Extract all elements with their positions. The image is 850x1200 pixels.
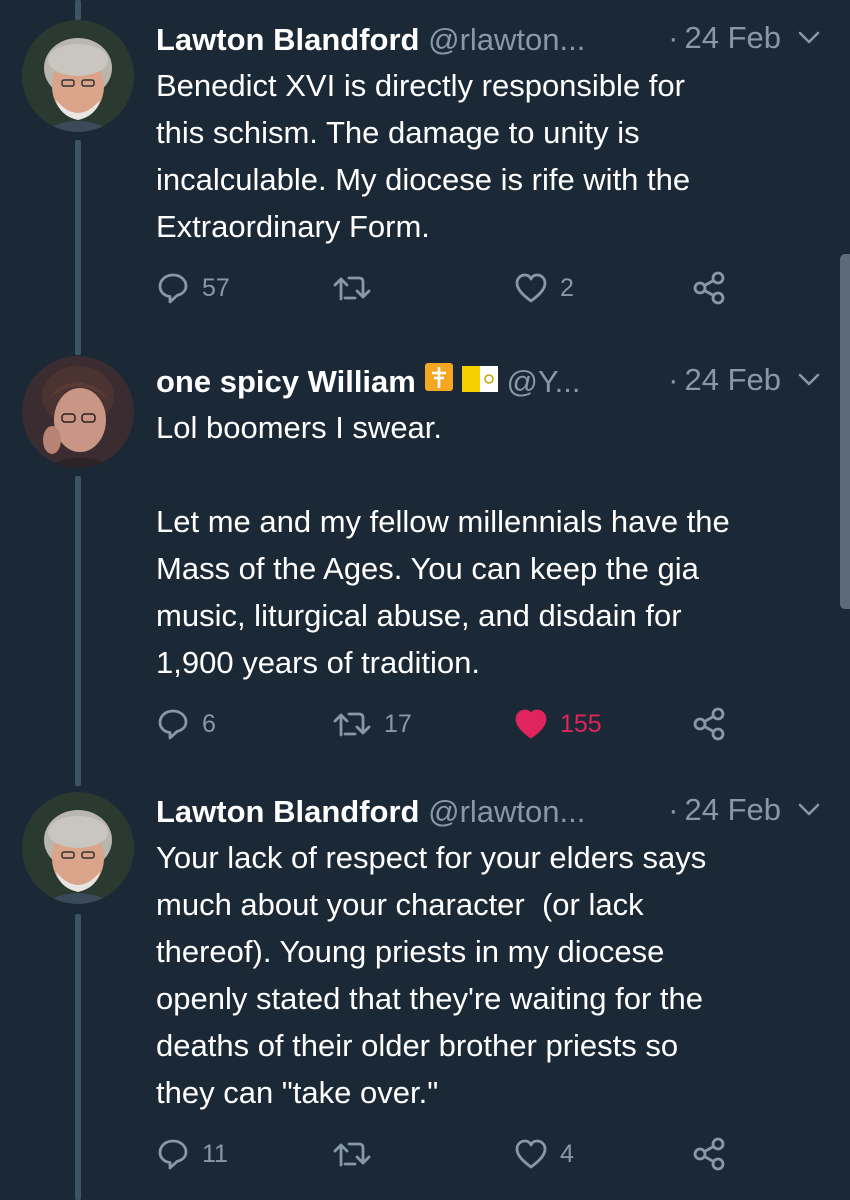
- retweet-button[interactable]: 17: [332, 704, 412, 744]
- tweet-text: Lol boomers I swear. Let me and my fello…: [156, 410, 730, 680]
- tweet-actions: 57 2: [156, 268, 756, 308]
- display-name[interactable]: one spicy William: [156, 364, 416, 399]
- share-icon: [693, 271, 725, 305]
- timestamp[interactable]: · 24 Feb: [668, 358, 781, 402]
- tweet-actions: 11 4: [156, 1134, 756, 1174]
- tweet-header: Lawton Blandford @rlawton... · 24 Feb: [156, 788, 836, 832]
- reply-icon: [158, 709, 188, 740]
- timestamp-text: 24 Feb: [684, 362, 781, 397]
- like-button[interactable]: 2: [514, 268, 574, 308]
- timestamp[interactable]: · 24 Feb: [668, 16, 781, 60]
- share-button[interactable]: [692, 268, 726, 308]
- vatican-flag-emoji: [461, 360, 498, 404]
- scrollbar[interactable]: [840, 254, 850, 609]
- thread-line: [75, 914, 81, 1200]
- tweet-text: Your lack of respect for your elders say…: [156, 840, 707, 1110]
- tweet-text: Benedict XVI is directly responsible for…: [156, 68, 691, 244]
- heart-icon: [515, 709, 547, 739]
- thread-line: [75, 476, 81, 786]
- retweet-icon: [333, 276, 371, 301]
- retweet-icon: [333, 1142, 371, 1167]
- reply-icon: [158, 273, 188, 304]
- reply-count: 57: [202, 273, 230, 302]
- reply-button[interactable]: 6: [156, 704, 216, 744]
- reply-count: 6: [202, 709, 216, 738]
- cross-emoji: [424, 360, 454, 404]
- heart-icon: [515, 1139, 547, 1169]
- user-handle[interactable]: @Y...: [506, 364, 580, 399]
- timestamp[interactable]: · 24 Feb: [668, 788, 781, 832]
- chevron-down-icon[interactable]: [796, 798, 822, 820]
- tweet-header: one spicy William @Y... · 24 Feb: [156, 358, 836, 402]
- retweet-count: 17: [384, 709, 412, 738]
- timestamp-text: 24 Feb: [684, 792, 781, 827]
- like-count: 4: [560, 1139, 574, 1168]
- share-icon: [693, 1137, 725, 1171]
- retweet-button[interactable]: [332, 1134, 384, 1174]
- avatar[interactable]: [22, 356, 134, 468]
- user-handle[interactable]: @rlawton...: [428, 794, 585, 829]
- display-name[interactable]: Lawton Blandford: [156, 794, 419, 829]
- reply-button[interactable]: 57: [156, 268, 230, 308]
- heart-icon: [515, 273, 547, 303]
- display-name[interactable]: Lawton Blandford: [156, 22, 419, 57]
- tweet-actions: 6 17 155: [156, 704, 756, 744]
- share-icon: [693, 707, 725, 741]
- like-button[interactable]: 4: [514, 1134, 574, 1174]
- share-button[interactable]: [692, 1134, 726, 1174]
- retweet-button[interactable]: [332, 268, 384, 308]
- tweet-header: Lawton Blandford @rlawton... · 24 Feb: [156, 16, 836, 60]
- avatar[interactable]: [22, 20, 134, 132]
- retweet-icon: [333, 712, 371, 737]
- chevron-down-icon[interactable]: [796, 368, 822, 390]
- user-handle[interactable]: @rlawton...: [428, 22, 585, 57]
- like-count: 155: [560, 709, 602, 738]
- share-button[interactable]: [692, 704, 726, 744]
- thread-line: [75, 140, 81, 355]
- reply-count: 11: [202, 1139, 228, 1168]
- reply-icon: [158, 1139, 188, 1170]
- reply-button[interactable]: 11: [156, 1134, 228, 1174]
- like-button[interactable]: 155: [514, 704, 602, 744]
- chevron-down-icon[interactable]: [796, 26, 822, 48]
- avatar[interactable]: [22, 792, 134, 904]
- thread-line: [75, 0, 81, 20]
- like-count: 2: [560, 273, 574, 302]
- timestamp-text: 24 Feb: [684, 20, 781, 55]
